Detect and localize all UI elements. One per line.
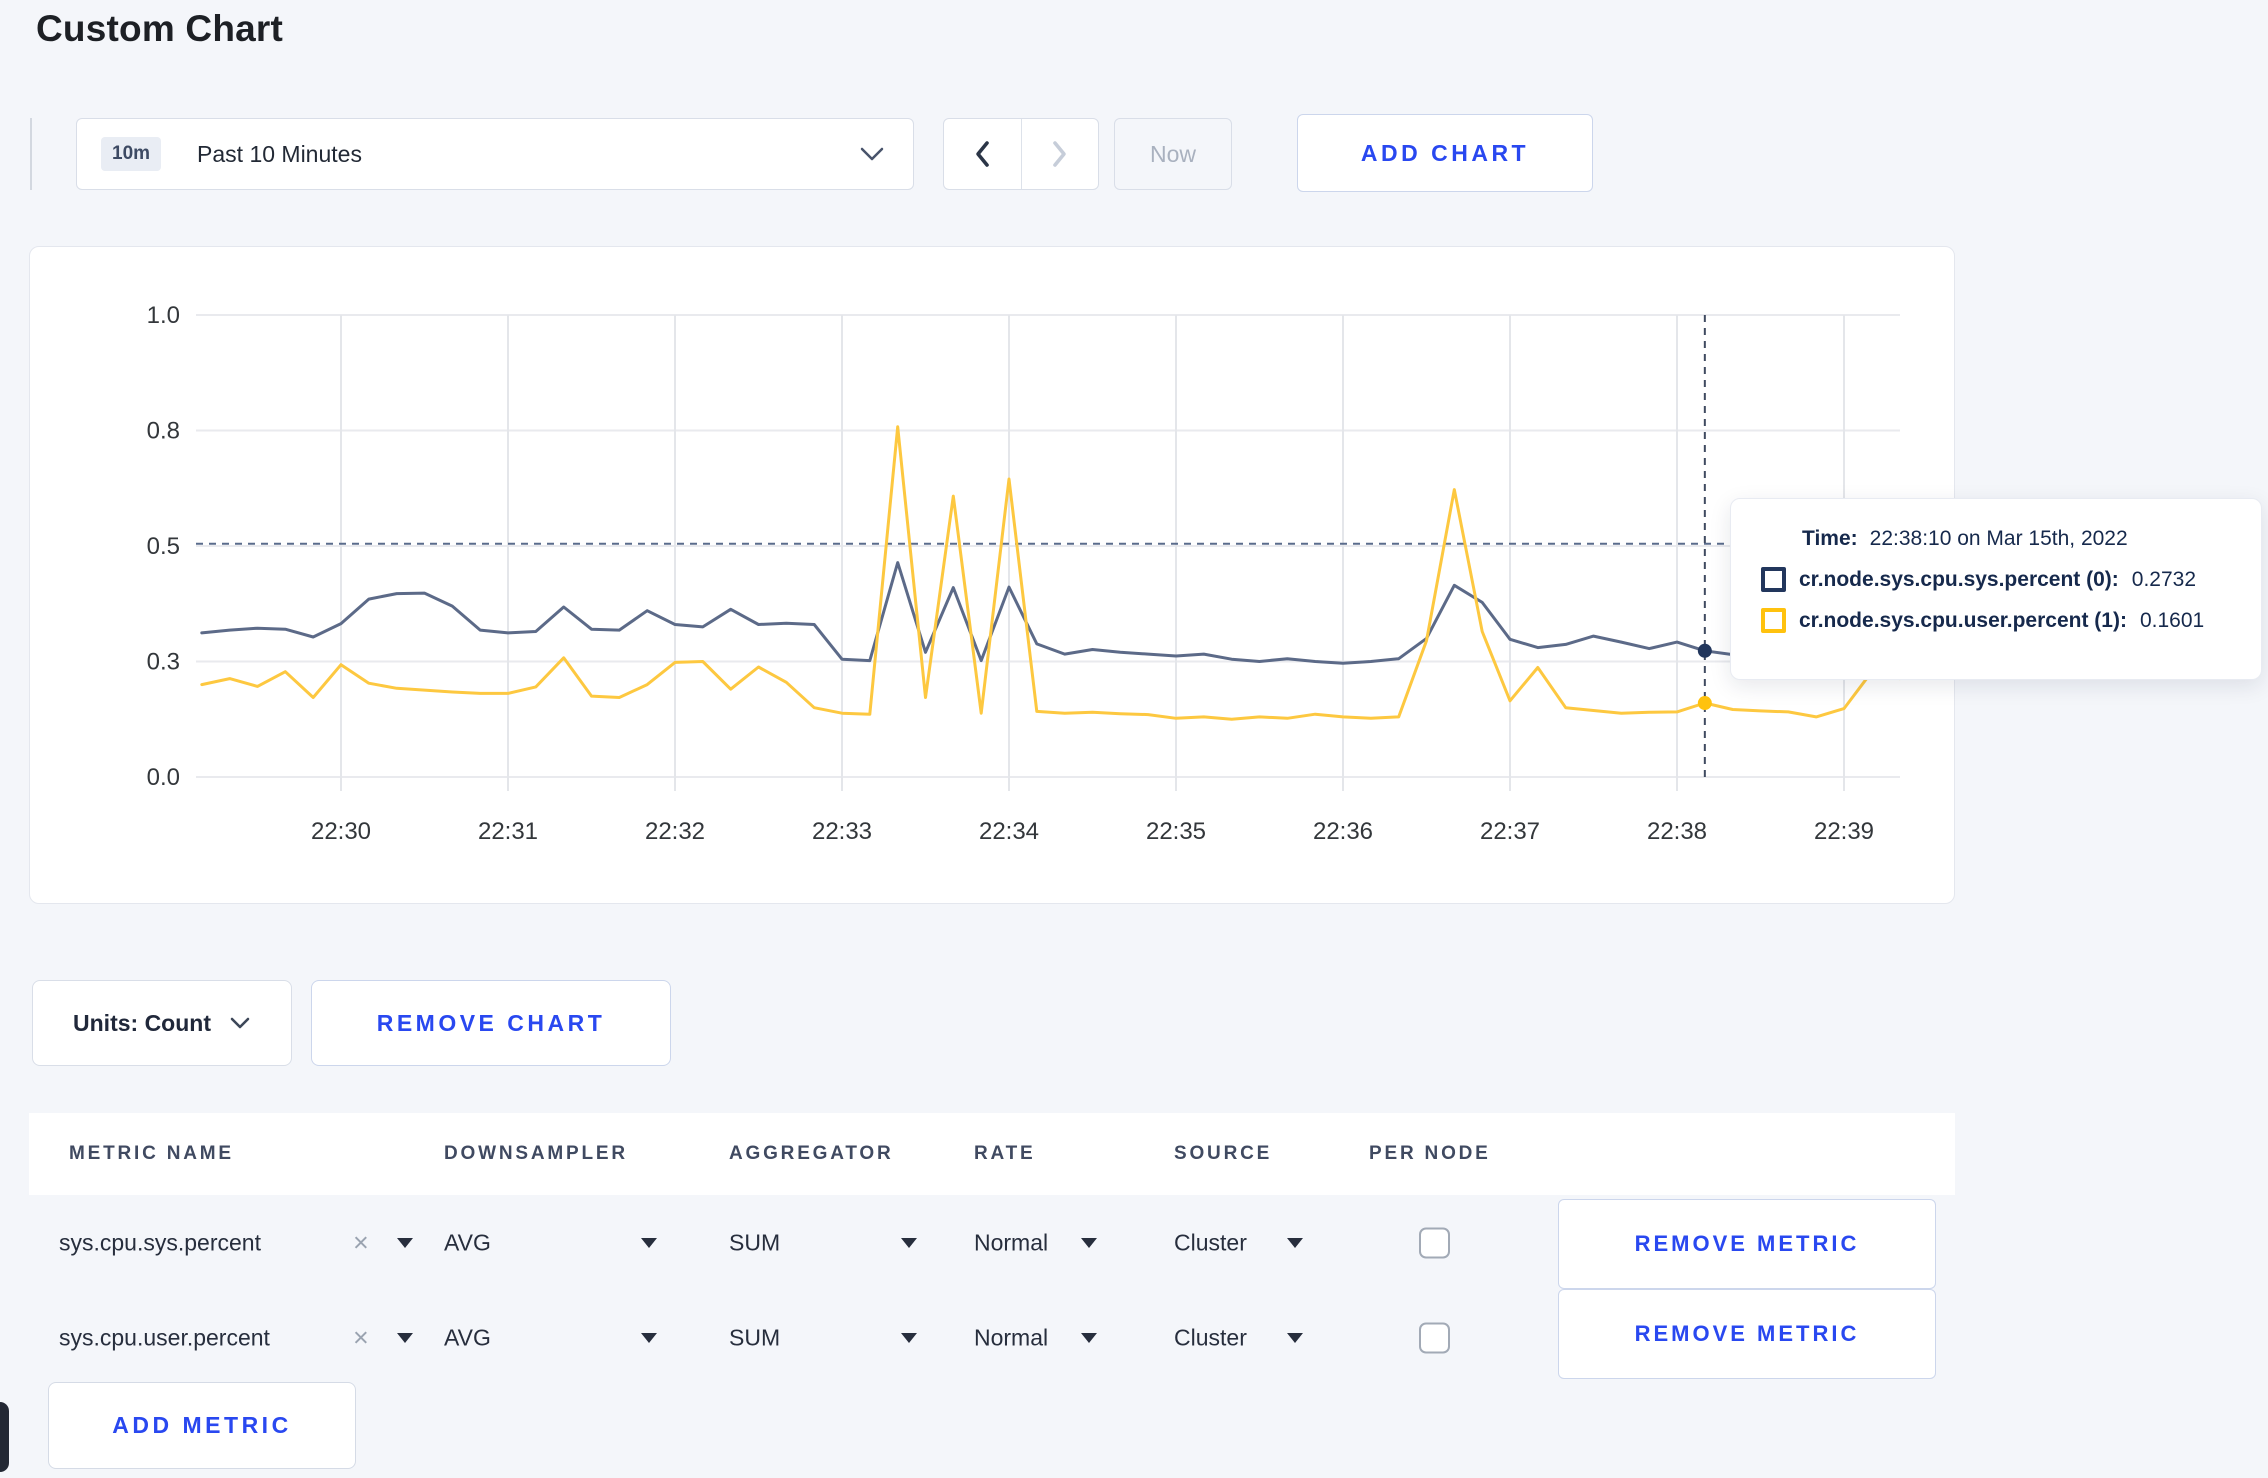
tooltip-series-value: 0.1601 — [2139, 608, 2205, 632]
x-tick-label: 22:38 — [1647, 818, 1707, 845]
x-tick-label: 22:34 — [979, 818, 1039, 845]
prev-time-button[interactable] — [944, 119, 1022, 189]
downsampler-value[interactable]: AVG — [444, 1229, 491, 1256]
tooltip-series-label: cr.node.sys.cpu.sys.percent (0): — [1799, 567, 2119, 591]
x-tick-label: 22:37 — [1480, 818, 1540, 845]
rate-caret-icon[interactable] — [1081, 1237, 1097, 1248]
y-tick-label: 0.3 — [147, 649, 180, 676]
metrics-table-header: METRIC NAME DOWNSAMPLER AGGREGATOR RATE … — [29, 1113, 1955, 1195]
chart-card: 0.0 0.3 0.5 0.8 1.0 22:30 22:31 22:32 22:33 22:34… — [29, 246, 1955, 904]
metric-select-caret-icon[interactable] — [397, 1237, 413, 1248]
remove-metric-button[interactable]: REMOVE METRIC — [1558, 1289, 1936, 1379]
metric-select-caret-icon[interactable] — [397, 1332, 413, 1343]
source-caret-icon[interactable] — [1287, 1237, 1303, 1248]
rate-value[interactable]: Normal — [974, 1229, 1048, 1256]
metric-name-value[interactable]: sys.cpu.user.percent — [59, 1324, 270, 1351]
x-tick-label: 22:33 — [812, 818, 872, 845]
next-time-button[interactable] — [1022, 119, 1099, 189]
x-tick-label: 22:30 — [311, 818, 371, 845]
units-dropdown[interactable]: Units: Count — [32, 980, 292, 1066]
toolbar-divider — [30, 118, 32, 190]
x-tick-label: 22:36 — [1313, 818, 1373, 845]
tooltip-time-row: Time: 22:38:10 on Mar 15th, 2022 — [1802, 527, 2241, 551]
timeseries-chart[interactable]: 0.0 0.3 0.5 0.8 1.0 22:30 22:31 22:32 22:33 22:34… — [30, 247, 1956, 905]
per-node-checkbox[interactable] — [1419, 1322, 1450, 1353]
cut-off-element-artifact — [0, 1402, 9, 1472]
y-tick-label: 0.8 — [147, 418, 180, 445]
per-node-checkbox[interactable] — [1419, 1227, 1450, 1258]
remove-chart-button[interactable]: REMOVE CHART — [311, 980, 671, 1066]
rate-caret-icon[interactable] — [1081, 1332, 1097, 1343]
series-user-swatch-icon — [1761, 608, 1786, 633]
series-sys-swatch-icon — [1761, 567, 1786, 592]
tooltip-series-value: 0.2732 — [2131, 567, 2197, 591]
add-chart-button[interactable]: ADD CHART — [1297, 114, 1593, 192]
tooltip-series-row: cr.node.sys.cpu.user.percent (1): 0.1601 — [1761, 608, 2241, 633]
remove-metric-button[interactable]: REMOVE METRIC — [1558, 1199, 1936, 1289]
x-tick-label: 22:39 — [1814, 818, 1874, 845]
downsampler-value[interactable]: AVG — [444, 1324, 491, 1351]
add-metric-button[interactable]: ADD METRIC — [48, 1382, 356, 1469]
tooltip-series-label: cr.node.sys.cpu.user.percent (1): — [1799, 608, 2127, 632]
chevron-down-icon — [230, 1017, 250, 1029]
tooltip-time-label: Time: — [1802, 527, 1858, 550]
aggregator-caret-icon[interactable] — [901, 1237, 917, 1248]
now-button[interactable]: Now — [1114, 118, 1232, 190]
x-tick-label: 22:35 — [1146, 818, 1206, 845]
aggregator-value[interactable]: SUM — [729, 1229, 780, 1256]
series-line-0 — [200, 561, 1902, 665]
source-value[interactable]: Cluster — [1174, 1229, 1247, 1256]
chevron-left-icon — [976, 141, 990, 167]
series-line-1 — [200, 425, 1902, 721]
metric-name-value[interactable]: sys.cpu.sys.percent — [59, 1229, 261, 1256]
downsampler-caret-icon[interactable] — [641, 1237, 657, 1248]
aggregator-caret-icon[interactable] — [901, 1332, 917, 1343]
col-header-aggregator: AGGREGATOR — [729, 1143, 894, 1164]
time-range-badge: 10m — [101, 137, 162, 171]
col-header-metric-name: METRIC NAME — [69, 1143, 234, 1164]
custom-chart-page: Custom Chart 10m Past 10 Minutes Now ADD… — [0, 0, 2268, 1478]
col-header-per-node: PER NODE — [1369, 1143, 1491, 1164]
tooltip-series-row: cr.node.sys.cpu.sys.percent (0): 0.2732 — [1761, 567, 2241, 592]
clear-metric-icon[interactable]: × — [353, 1229, 369, 1256]
time-range-dropdown[interactable]: 10m Past 10 Minutes — [76, 118, 914, 190]
source-value[interactable]: Cluster — [1174, 1324, 1247, 1351]
y-tick-label: 1.0 — [147, 302, 180, 329]
x-tick-label: 22:31 — [478, 818, 538, 845]
tooltip-time-value: 22:38:10 on Mar 15th, 2022 — [1869, 527, 2128, 550]
y-tick-label: 0.5 — [147, 533, 180, 560]
chevron-right-icon — [1052, 141, 1066, 167]
chevron-down-icon — [860, 147, 884, 161]
downsampler-caret-icon[interactable] — [641, 1332, 657, 1343]
x-tick-label: 22:32 — [645, 818, 705, 845]
hover-dot-0 — [1697, 643, 1712, 658]
clear-metric-icon[interactable]: × — [353, 1324, 369, 1351]
units-label: Units: Count — [73, 1009, 211, 1036]
col-header-downsampler: DOWNSAMPLER — [444, 1143, 628, 1164]
source-caret-icon[interactable] — [1287, 1332, 1303, 1343]
chart-hover-tooltip: Time: 22:38:10 on Mar 15th, 2022 cr.node.… — [1730, 498, 2262, 680]
col-header-source: SOURCE — [1174, 1143, 1273, 1164]
page-title: Custom Chart — [36, 8, 284, 49]
hover-dot-1 — [1697, 696, 1712, 711]
rate-value[interactable]: Normal — [974, 1324, 1048, 1351]
time-shift-control — [943, 118, 1099, 190]
col-header-rate: RATE — [974, 1143, 1036, 1164]
y-tick-label: 0.0 — [147, 764, 180, 791]
time-range-label: Past 10 Minutes — [197, 140, 362, 167]
aggregator-value[interactable]: SUM — [729, 1324, 780, 1351]
